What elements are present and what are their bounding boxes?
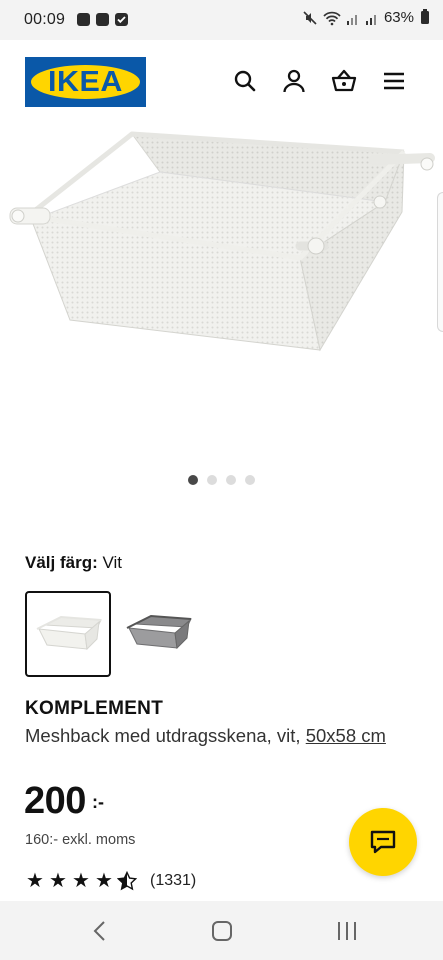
- grey-swatch[interactable]: [115, 591, 201, 677]
- product-description-text: Meshback med utdragsskena, vit,: [25, 725, 301, 746]
- color-label-title: Välj färg:: [25, 553, 98, 572]
- signal-icon: [346, 14, 357, 25]
- star-icon: ★: [72, 870, 90, 892]
- logo-text: IKEA: [48, 66, 123, 98]
- status-right: 63%: [302, 9, 429, 26]
- product-description: Meshback med utdragsskena, vit, 50x58 cm: [25, 723, 415, 748]
- status-time: 00:09: [24, 11, 66, 28]
- search-icon[interactable]: [232, 68, 258, 94]
- chat-button[interactable]: [349, 808, 417, 876]
- menu-icon[interactable]: [381, 68, 407, 94]
- size-link[interactable]: 50x58 cm: [306, 725, 386, 746]
- carousel-dot[interactable]: [207, 475, 217, 485]
- signal-icon: [365, 14, 376, 25]
- ikea-logo[interactable]: IKEA: [25, 57, 146, 107]
- basket-icon[interactable]: [331, 68, 357, 94]
- battery-icon: [421, 9, 429, 24]
- profile-icon[interactable]: [281, 68, 307, 94]
- recents-icon[interactable]: [332, 919, 362, 943]
- gallery-notification-icon: [77, 13, 90, 26]
- star-icon: ★: [26, 870, 44, 892]
- product-image[interactable]: [0, 120, 443, 460]
- half-star-icon: [117, 871, 137, 891]
- mute-icon: [303, 10, 317, 25]
- price-ex-vat: 160:- exkl. moms: [25, 832, 136, 848]
- home-icon[interactable]: [207, 919, 237, 943]
- system-nav-bar: [0, 901, 443, 960]
- price: 200: [24, 780, 86, 822]
- battery-percent: 63%: [383, 9, 414, 26]
- product-rating[interactable]: ★ ★ ★ ★ (1331): [25, 871, 196, 891]
- price-suffix: :-: [92, 792, 104, 812]
- wifi-icon: [323, 11, 341, 25]
- mesh-basket-image: [9, 131, 435, 352]
- carousel-dot[interactable]: [245, 475, 255, 485]
- product-name: KOMPLEMENT: [25, 698, 164, 719]
- review-count[interactable]: (1331): [150, 872, 196, 890]
- star-icon: ★: [49, 870, 67, 892]
- site-header: IKEA: [0, 40, 443, 120]
- checkbox-notification-icon: [115, 13, 128, 26]
- color-label: Välj färg: Vit: [25, 553, 122, 573]
- back-icon[interactable]: [85, 919, 115, 943]
- carousel-dot[interactable]: [226, 475, 236, 485]
- edge-panel-handle[interactable]: [437, 192, 443, 332]
- chat-icon: [370, 830, 396, 854]
- app-notification-icon: [96, 13, 109, 26]
- star-icon: ★: [95, 870, 113, 892]
- white-basket-thumbnail: [36, 615, 102, 651]
- white-swatch[interactable]: [25, 591, 111, 677]
- carousel-dot[interactable]: [188, 475, 198, 485]
- status-bar: 00:09 63%: [0, 0, 443, 40]
- grey-basket-thumbnail: [126, 614, 192, 650]
- color-selected-value: Vit: [102, 553, 123, 572]
- image-carousel-dots: [0, 475, 443, 485]
